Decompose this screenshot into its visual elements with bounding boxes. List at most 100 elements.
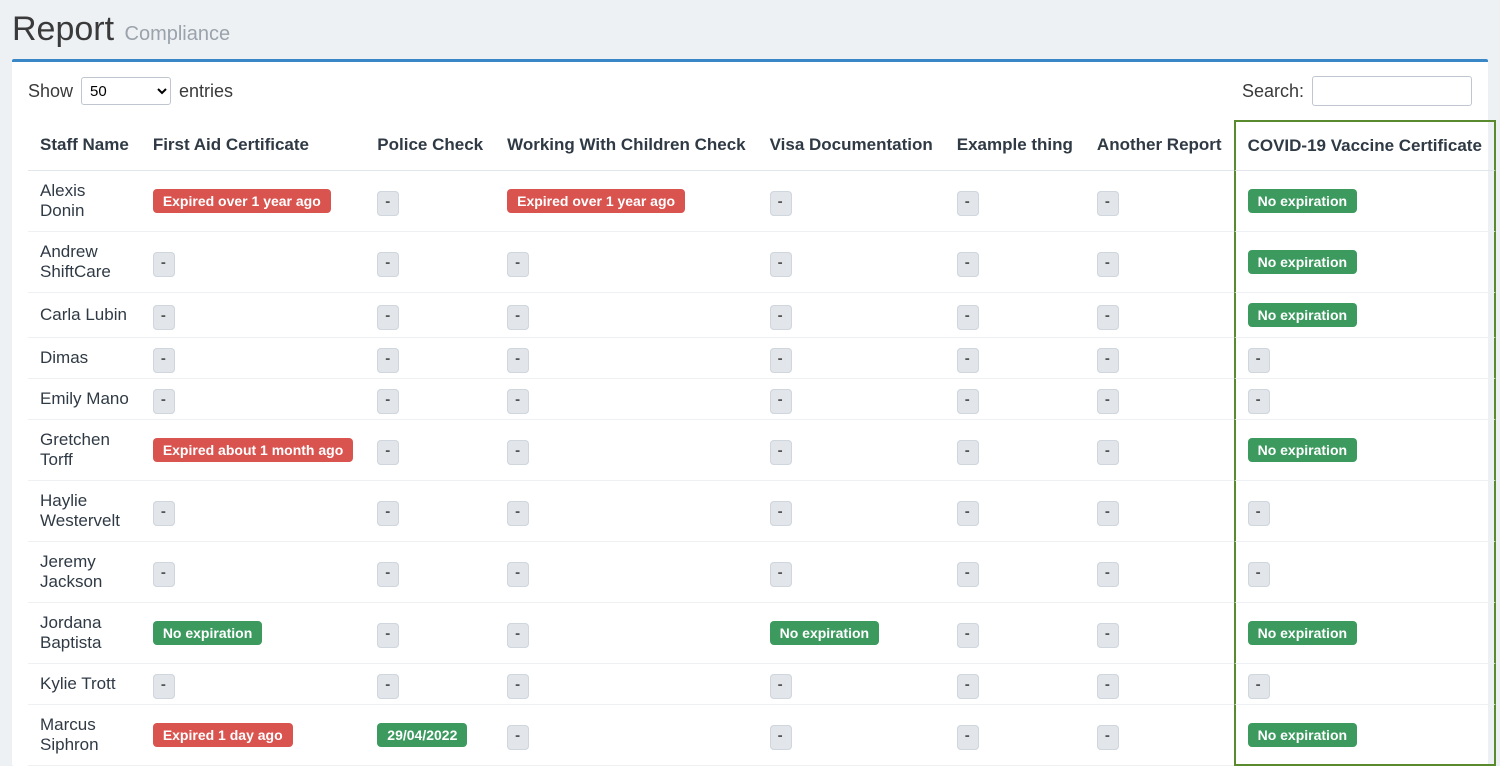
status-cell: - [758, 338, 945, 379]
table-row: Gretchen TorffExpired about 1 month ago-… [28, 420, 1496, 481]
status-cell: - [945, 232, 1085, 293]
table-row: Kylie Trott------- [28, 664, 1496, 705]
search-input[interactable] [1312, 76, 1472, 106]
staff-name-cell[interactable]: Jeremy Jackson [28, 542, 141, 603]
staff-name-cell[interactable]: Andrew ShiftCare [28, 232, 141, 293]
status-cell: - [365, 481, 495, 542]
staff-name-cell[interactable]: Gretchen Torff [28, 420, 141, 481]
page-size-select[interactable]: 102550100 [81, 77, 171, 105]
column-header[interactable]: Working With Children Check [495, 120, 758, 171]
staff-name-cell[interactable]: Dimas [28, 338, 141, 379]
status-badge: - [1097, 440, 1119, 465]
status-cell: Expired about 1 month ago [141, 420, 365, 481]
status-badge: No expiration [1248, 438, 1357, 462]
status-cell: - [495, 338, 758, 379]
status-badge: - [1097, 191, 1119, 216]
status-cell: - [758, 542, 945, 603]
status-cell: - [1234, 379, 1496, 420]
status-badge: - [1097, 501, 1119, 526]
column-header[interactable]: Another Report [1085, 120, 1234, 171]
status-badge: - [1097, 348, 1119, 373]
status-cell: - [945, 379, 1085, 420]
status-badge: - [770, 674, 792, 699]
column-header[interactable]: First Aid Certificate [141, 120, 365, 171]
status-badge: - [1248, 389, 1270, 414]
status-cell: - [495, 603, 758, 664]
panel-body: Show 102550100 entries Search: Staff Nam… [12, 62, 1488, 766]
status-badge: - [377, 305, 399, 330]
status-cell: - [495, 232, 758, 293]
status-badge: - [957, 674, 979, 699]
status-cell: - [945, 603, 1085, 664]
status-cell: Expired over 1 year ago [495, 171, 758, 232]
staff-name-cell[interactable]: Carla Lubin [28, 293, 141, 338]
status-badge: - [957, 389, 979, 414]
status-cell: - [1234, 481, 1496, 542]
status-badge: - [507, 348, 529, 373]
status-badge: - [153, 348, 175, 373]
status-badge: - [507, 440, 529, 465]
status-badge: No expiration [153, 621, 262, 645]
status-badge: - [770, 501, 792, 526]
status-badge: - [957, 440, 979, 465]
status-cell: No expiration [1234, 171, 1496, 232]
status-cell: - [1234, 664, 1496, 705]
status-badge: - [153, 501, 175, 526]
status-badge: - [377, 440, 399, 465]
status-cell: - [495, 379, 758, 420]
staff-name-cell[interactable]: Jordana Baptista [28, 603, 141, 664]
show-label-pre: Show [28, 81, 73, 102]
status-badge: - [377, 191, 399, 216]
status-cell: - [365, 232, 495, 293]
status-badge: - [377, 623, 399, 648]
status-badge: - [153, 389, 175, 414]
staff-name-cell[interactable]: Kylie Trott [28, 664, 141, 705]
status-badge: - [957, 725, 979, 750]
staff-name-cell[interactable]: Haylie Westervelt [28, 481, 141, 542]
staff-name-cell[interactable]: Alexis Donin [28, 171, 141, 232]
status-cell: - [758, 171, 945, 232]
status-cell: - [495, 481, 758, 542]
table-head: Staff NameFirst Aid CertificatePolice Ch… [28, 120, 1496, 171]
status-cell: - [1085, 338, 1234, 379]
table-row: Carla Lubin------No expiration [28, 293, 1496, 338]
status-cell: No expiration [1234, 232, 1496, 293]
status-cell: - [141, 481, 365, 542]
staff-name-cell[interactable]: Marcus Siphron [28, 705, 141, 766]
status-badge: - [1248, 501, 1270, 526]
status-cell: - [945, 481, 1085, 542]
table-row: Alexis DoninExpired over 1 year ago-Expi… [28, 171, 1496, 232]
status-badge: - [507, 389, 529, 414]
status-badge: Expired about 1 month ago [153, 438, 353, 462]
report-panel: Show 102550100 entries Search: Staff Nam… [12, 59, 1488, 766]
table-row: Jordana BaptistaNo expiration--No expira… [28, 603, 1496, 664]
status-cell: - [1234, 338, 1496, 379]
status-badge: - [770, 305, 792, 330]
column-header[interactable]: Visa Documentation [758, 120, 945, 171]
status-badge: - [770, 389, 792, 414]
search-label: Search: [1242, 81, 1304, 102]
status-cell: - [758, 481, 945, 542]
status-cell: - [758, 705, 945, 766]
staff-name-cell[interactable]: Emily Mano [28, 379, 141, 420]
status-cell: - [945, 293, 1085, 338]
status-badge: - [1097, 305, 1119, 330]
status-cell: - [1085, 379, 1234, 420]
status-cell: - [365, 664, 495, 705]
table-row: Haylie Westervelt------- [28, 481, 1496, 542]
status-cell: - [945, 664, 1085, 705]
status-badge: - [377, 501, 399, 526]
column-header[interactable]: Staff Name [28, 120, 141, 171]
column-header[interactable]: Police Check [365, 120, 495, 171]
status-badge: - [957, 501, 979, 526]
status-badge: Expired 1 day ago [153, 723, 293, 747]
status-cell: - [365, 542, 495, 603]
status-cell: - [141, 338, 365, 379]
table-row: Dimas------- [28, 338, 1496, 379]
status-cell: - [945, 705, 1085, 766]
show-label-post: entries [179, 81, 233, 102]
column-header[interactable]: COVID-19 Vaccine Certificate [1234, 120, 1496, 171]
column-header[interactable]: Example thing [945, 120, 1085, 171]
status-badge: - [957, 348, 979, 373]
page-root: Report Compliance Show 102550100 entries… [0, 0, 1500, 766]
